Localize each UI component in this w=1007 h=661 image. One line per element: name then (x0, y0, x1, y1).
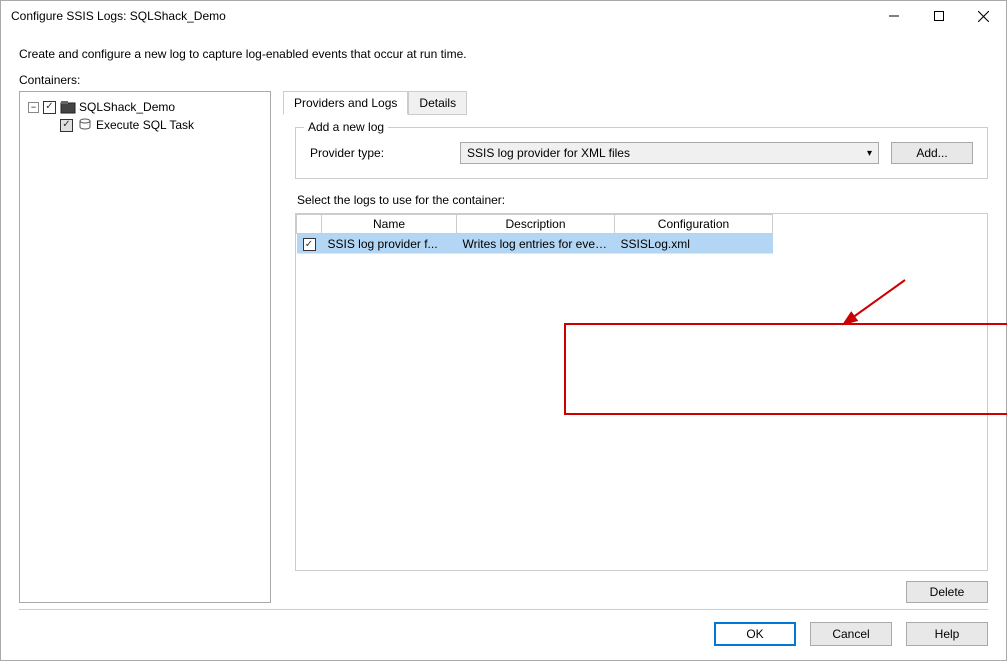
groupbox-legend: Add a new log (304, 120, 388, 134)
col-name[interactable]: Name (322, 215, 457, 234)
delete-button[interactable]: Delete (906, 581, 988, 603)
containers-tree[interactable]: − SQLShack_Demo Execute SQL Task (19, 91, 271, 603)
provider-type-value: SSIS log provider for XML files (467, 146, 630, 160)
delete-row: Delete (295, 581, 988, 603)
dialog-button-bar: OK Cancel Help (19, 609, 988, 646)
dialog-description: Create and configure a new log to captur… (1, 31, 1006, 73)
add-button[interactable]: Add... (891, 142, 973, 164)
provider-type-label: Provider type: (310, 146, 460, 160)
row-checkbox[interactable] (303, 238, 316, 251)
ok-button[interactable]: OK (714, 622, 796, 646)
tree-checkbox[interactable] (60, 119, 73, 132)
row-name[interactable]: SSIS log provider f... (322, 234, 457, 254)
maximize-button[interactable] (916, 1, 961, 31)
table-header-row: Name Description Configuration (297, 215, 773, 234)
right-panel: Providers and Logs Details Add a new log… (275, 91, 988, 603)
row-description[interactable]: Writes log entries for even... (457, 234, 615, 254)
col-description[interactable]: Description (457, 215, 615, 234)
tab-details[interactable]: Details (408, 91, 467, 115)
tree-item-label: SQLShack_Demo (79, 100, 175, 114)
logs-table-container: Name Description Configuration SSIS log … (295, 213, 988, 571)
provider-type-select[interactable]: SSIS log provider for XML files ▾ (460, 142, 879, 164)
minimize-button[interactable] (871, 1, 916, 31)
package-icon (60, 100, 76, 114)
row-check-cell[interactable] (297, 234, 322, 254)
table-row[interactable]: SSIS log provider f... Writes log entrie… (297, 234, 773, 254)
expand-icon[interactable]: − (28, 102, 39, 113)
tree-checkbox[interactable] (43, 101, 56, 114)
tab-content: Add a new log Provider type: SSIS log pr… (283, 115, 988, 603)
tab-providers-and-logs[interactable]: Providers and Logs (283, 91, 408, 115)
window-title: Configure SSIS Logs: SQLShack_Demo (11, 9, 871, 23)
select-logs-label: Select the logs to use for the container… (297, 193, 988, 207)
main-area: − SQLShack_Demo Execute SQL Task Provide… (1, 91, 1006, 603)
help-button[interactable]: Help (906, 622, 988, 646)
window-controls (871, 1, 1006, 31)
logs-table: Name Description Configuration SSIS log … (296, 214, 773, 254)
sql-task-icon (77, 118, 93, 132)
tree-item-package[interactable]: − SQLShack_Demo (24, 98, 266, 116)
tree-item-sql-task[interactable]: Execute SQL Task (24, 116, 266, 134)
close-button[interactable] (961, 1, 1006, 31)
chevron-down-icon: ▾ (867, 148, 872, 159)
col-check[interactable] (297, 215, 322, 234)
cancel-button[interactable]: Cancel (810, 622, 892, 646)
tabstrip: Providers and Logs Details (283, 91, 988, 115)
row-configuration[interactable]: SSISLog.xml (615, 234, 773, 254)
add-new-log-group: Add a new log Provider type: SSIS log pr… (295, 127, 988, 179)
titlebar: Configure SSIS Logs: SQLShack_Demo (1, 1, 1006, 31)
col-configuration[interactable]: Configuration (615, 215, 773, 234)
containers-label: Containers: (1, 73, 1006, 91)
provider-type-row: Provider type: SSIS log provider for XML… (310, 142, 973, 164)
tree-item-label: Execute SQL Task (96, 118, 194, 132)
